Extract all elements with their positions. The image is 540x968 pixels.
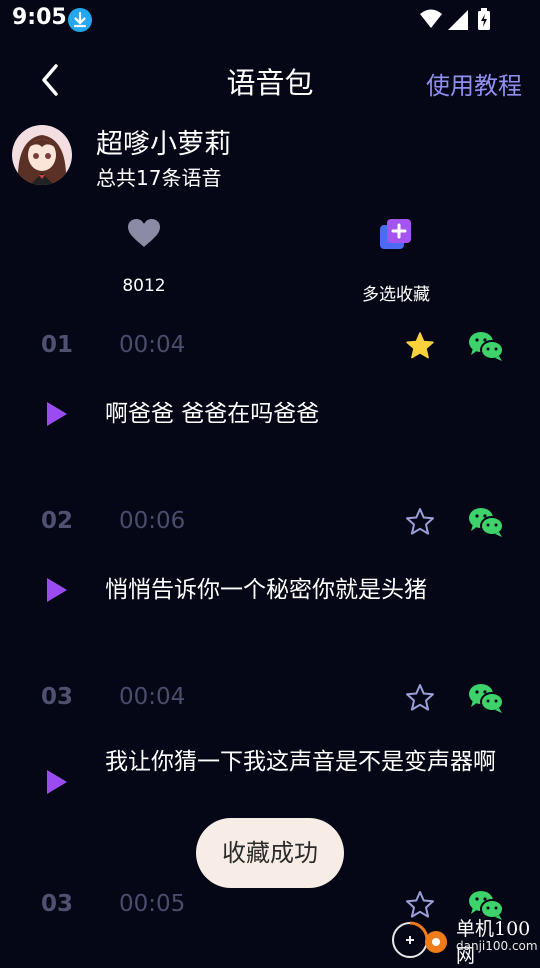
avatar — [12, 125, 72, 185]
wechat-icon — [469, 684, 504, 713]
play-icon — [47, 578, 67, 602]
item-index: 01 — [41, 332, 74, 358]
favorite-button[interactable] — [404, 506, 436, 538]
item-index: 03 — [41, 684, 74, 710]
item-duration: 00:04 — [119, 332, 186, 358]
multi-favorite-label: 多选收藏 — [362, 285, 430, 305]
wifi-icon — [420, 9, 442, 28]
pack-count: 总共17条语音 — [96, 166, 222, 190]
status-bar: 9:05 — [0, 0, 540, 40]
item-text: 我让你猜一下我这声音是不是变声器啊 — [105, 749, 496, 775]
wechat-share-button[interactable] — [468, 330, 504, 362]
play-button[interactable] — [44, 768, 70, 796]
wechat-share-button[interactable] — [468, 682, 504, 714]
add-favorite-icon — [380, 219, 411, 249]
like-count: 8012 — [122, 276, 166, 296]
item-text: 啊爸爸 爸爸在吗爸爸 — [105, 401, 320, 427]
tutorial-link[interactable]: 使用教程 — [426, 66, 522, 101]
star-outline-icon — [406, 508, 434, 535]
favorite-button[interactable] — [404, 330, 436, 362]
item-duration: 00:05 — [119, 891, 186, 917]
status-icons — [420, 8, 502, 36]
status-time: 9:05 — [12, 5, 67, 30]
like-button[interactable]: 8012 — [90, 218, 198, 296]
signal-icon — [448, 10, 468, 30]
item-duration: 00:06 — [119, 508, 186, 534]
play-icon — [47, 402, 67, 426]
play-button[interactable] — [44, 576, 70, 604]
download-icon — [68, 8, 92, 32]
wechat-share-button[interactable] — [468, 506, 504, 538]
star-filled-icon — [406, 332, 434, 359]
wechat-icon — [469, 508, 504, 537]
battery-icon — [478, 8, 490, 30]
play-icon — [47, 770, 67, 794]
site-logo-icon — [392, 921, 447, 958]
nav-bar: 语音包 使用教程 — [0, 50, 540, 110]
item-index: 02 — [41, 508, 74, 534]
item-index: 03 — [41, 891, 74, 917]
pack-name: 超嗲小萝莉 — [96, 129, 231, 160]
watermark-logo: 单机100网 danji100.com — [388, 912, 540, 967]
play-button[interactable] — [44, 400, 70, 428]
heart-icon — [128, 219, 160, 247]
item-text: 悄悄告诉你一个秘密你就是头猪 — [105, 577, 427, 603]
item-duration: 00:04 — [119, 684, 186, 710]
multi-favorite-button[interactable]: 多选收藏 — [336, 218, 456, 305]
toast: 收藏成功 — [196, 818, 344, 888]
favorite-button[interactable] — [404, 682, 436, 714]
star-outline-icon — [406, 684, 434, 711]
wechat-icon — [469, 332, 504, 361]
watermark-site-url: danji100.com — [456, 939, 538, 953]
